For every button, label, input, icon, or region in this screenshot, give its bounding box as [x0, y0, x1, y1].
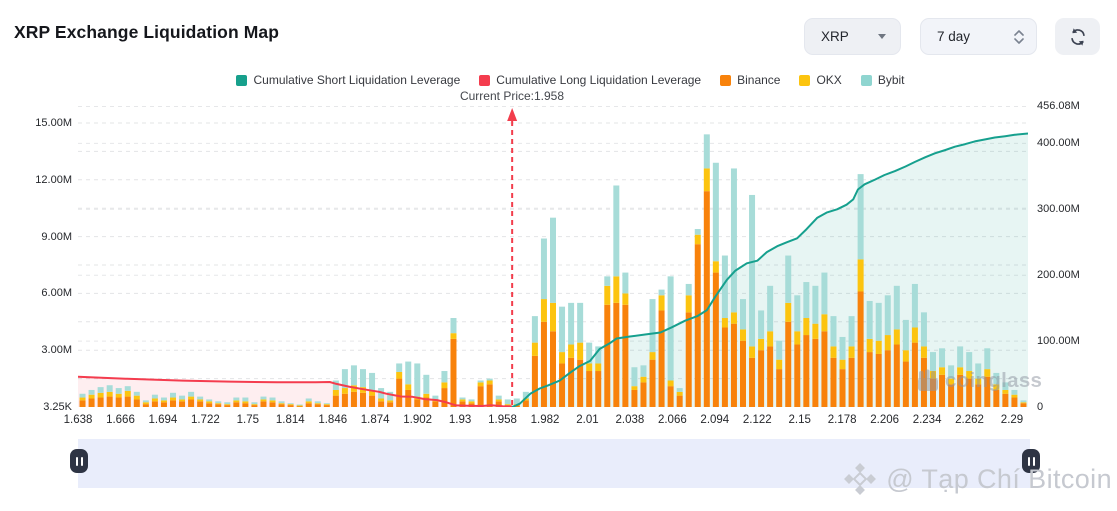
x-axis-tick: 2.038: [616, 414, 645, 426]
x-axis-tick: 2.262: [955, 414, 984, 426]
chart-zoom-scrollbar[interactable]: [78, 439, 1030, 488]
x-axis-tick: 2.15: [789, 414, 811, 426]
x-axis-tick: 2.206: [870, 414, 899, 426]
x-axis-tick: 1.846: [318, 414, 347, 426]
x-axis-tick: 2.01: [576, 414, 598, 426]
liquidation-chart-plot[interactable]: [78, 105, 1028, 407]
x-axis-tick: 2.234: [913, 414, 942, 426]
x-axis-tick: 2.066: [658, 414, 687, 426]
x-axis-tick: 1.958: [488, 414, 517, 426]
x-axis-tick: 1.638: [64, 414, 93, 426]
x-axis-tick: 2.094: [700, 414, 729, 426]
x-axis-tick: 2.178: [828, 414, 857, 426]
liquidation-map-page: XRP Exchange Liquidation Map XRP 7 day C…: [0, 0, 1117, 511]
x-axis-tick: 1.694: [149, 414, 178, 426]
x-axis-tick: 1.982: [531, 414, 560, 426]
scrollbar-right-handle pause-icon[interactable]: [1022, 449, 1040, 473]
x-axis-tick: 1.75: [237, 414, 259, 426]
x-axis-tick: 1.874: [361, 414, 390, 426]
x-axis-tick: 2.122: [743, 414, 772, 426]
scrollbar-left-handle pause-icon[interactable]: [70, 449, 88, 473]
x-axis-tick: 1.666: [106, 414, 135, 426]
x-axis-tick: 1.722: [191, 414, 220, 426]
x-axis-tick: 2.29: [1001, 414, 1023, 426]
x-axis-tick: 1.93: [449, 414, 471, 426]
x-axis-tick: 1.902: [403, 414, 432, 426]
x-axis-tick: 1.814: [276, 414, 305, 426]
